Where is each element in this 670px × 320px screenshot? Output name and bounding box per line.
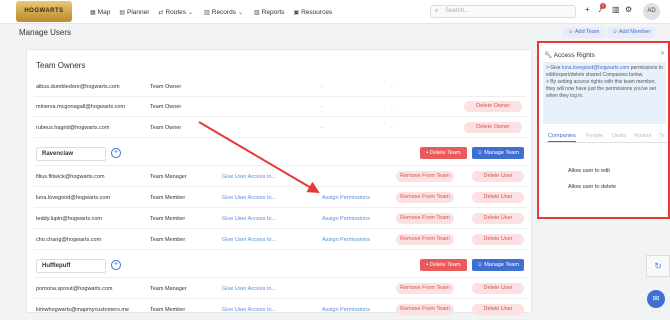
tab-people[interactable]: People <box>586 133 603 139</box>
tab-te[interactable]: Te <box>659 133 665 139</box>
panel-title: 🔧︎ Access Rights <box>544 51 595 59</box>
notice-user-link[interactable]: luna.lovegood@hogwarts.com <box>562 65 629 71</box>
close-icon[interactable]: ✕ <box>660 50 665 57</box>
permission-label: Allow user to delete <box>568 184 616 190</box>
notice-text: > Give <box>546 65 562 71</box>
wrench-icon: 🔧︎ <box>544 52 554 59</box>
allow-edit-toggle[interactable]: Allow user to edit <box>568 168 610 174</box>
tab-companies[interactable]: Companies <box>548 133 576 142</box>
recaptcha-badge[interactable]: ↻ <box>646 255 670 277</box>
allow-delete-toggle[interactable]: Allow user to delete <box>568 184 616 190</box>
chat-icon[interactable]: ✉ <box>647 290 665 308</box>
access-rights-panel: 🔧︎ Access Rights ✕ > Give luna.lovegood@… <box>537 41 670 219</box>
notice-text: > By setting access rights with this tea… <box>546 79 656 99</box>
tab-deals[interactable]: Deals <box>612 133 626 139</box>
permission-label: Allow user to edit <box>568 168 610 174</box>
panel-title-text: Access Rights <box>553 52 595 59</box>
tab-routes[interactable]: Routes <box>634 133 651 139</box>
access-notice: > Give luna.lovegood@hogwarts.com permis… <box>543 62 666 124</box>
permission-tabs: Companies People Deals Routes Te <box>545 131 667 143</box>
